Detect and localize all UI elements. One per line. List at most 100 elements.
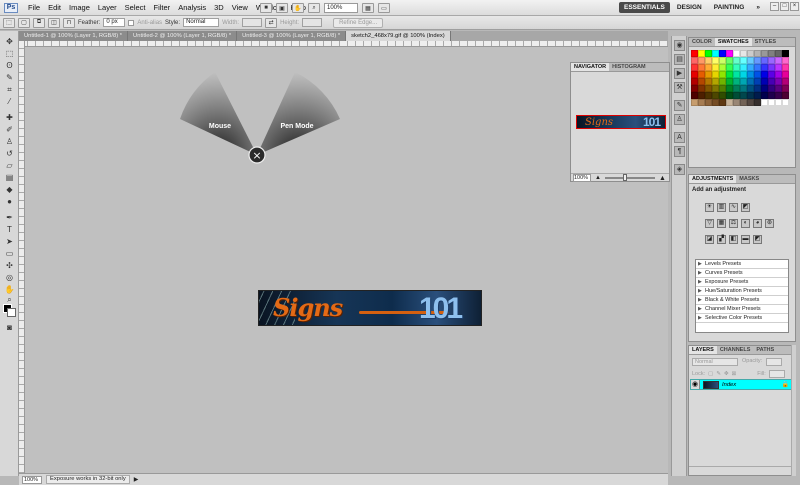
tab-channels[interactable]: CHANNELS <box>717 346 754 354</box>
doc-tab-sketch2[interactable]: sketch2_468x79.gif @ 100% (Index) <box>346 31 451 41</box>
color-swatch[interactable] <box>775 92 782 99</box>
minimize-icon[interactable]: – <box>770 2 779 11</box>
color-swatch[interactable] <box>768 99 775 106</box>
workspace-essentials[interactable]: ESSENTIALS <box>619 2 670 13</box>
color-swatch[interactable] <box>782 92 789 99</box>
quick-selection-tool-icon[interactable]: ✎ <box>4 73 15 82</box>
blur-tool-icon[interactable]: ◆ <box>4 185 15 194</box>
tab-paths[interactable]: PATHS <box>753 346 777 354</box>
color-swatch[interactable] <box>768 92 775 99</box>
fill-input[interactable] <box>768 370 785 378</box>
crop-tool-icon[interactable]: ⌗ <box>4 85 15 94</box>
color-swatch[interactable] <box>768 85 775 92</box>
color-swatch[interactable] <box>733 78 740 85</box>
color-swatch[interactable] <box>782 50 789 57</box>
background-color-swatch[interactable] <box>7 308 16 317</box>
color-swatch[interactable] <box>691 78 698 85</box>
menu-view[interactable]: View <box>228 0 252 16</box>
color-swatch[interactable] <box>691 64 698 71</box>
gesture-wedge-mouse[interactable] <box>180 72 257 155</box>
curves-icon[interactable]: ∿ <box>729 203 738 212</box>
pen-tool-icon[interactable]: ✒ <box>4 213 15 222</box>
move-tool-icon[interactable]: ✥ <box>4 37 15 46</box>
color-swatch[interactable] <box>726 78 733 85</box>
color-swatch[interactable] <box>719 57 726 64</box>
posterize-icon[interactable]: ▞ <box>717 235 726 244</box>
navigator-thumbnail[interactable]: Signs 101 <box>576 115 666 129</box>
color-swatch[interactable] <box>768 50 775 57</box>
color-swatch[interactable] <box>705 99 712 106</box>
doc-tab-untitled-1[interactable]: Untitled-1 @ 100% (Layer 1, RGB/8) * <box>19 31 129 41</box>
hue-saturation-icon[interactable]: ▦ <box>717 219 726 228</box>
hand-tool-icon[interactable]: ✋ <box>292 3 304 13</box>
style-select[interactable]: Normal <box>183 18 220 27</box>
brush-panel-icon[interactable]: ✎ <box>674 100 685 111</box>
color-swatch[interactable] <box>733 92 740 99</box>
gesture-wedge-pen[interactable] <box>257 72 340 155</box>
invert-icon[interactable]: ◪ <box>705 235 714 244</box>
preset-exposure[interactable]: Exposure Presets <box>696 278 788 287</box>
menu-3d[interactable]: 3D <box>210 0 228 16</box>
tool-presets-icon[interactable]: ⚒ <box>674 82 685 93</box>
exposure-icon[interactable]: ◩ <box>741 203 750 212</box>
color-swatch[interactable] <box>754 64 761 71</box>
color-swatch[interactable] <box>733 85 740 92</box>
color-swatch[interactable] <box>754 78 761 85</box>
navigator-zoom-field[interactable]: 100% <box>573 174 591 182</box>
tab-layers[interactable]: LAYERS <box>689 346 717 354</box>
lasso-tool-icon[interactable]: ʘ <box>4 61 15 70</box>
history-panel-icon[interactable]: ▤ <box>674 54 685 65</box>
new-selection-icon[interactable]: ▢ <box>18 17 30 28</box>
color-swatch[interactable] <box>768 57 775 64</box>
color-swatch[interactable] <box>782 57 789 64</box>
color-swatch[interactable] <box>775 78 782 85</box>
color-swatch[interactable] <box>733 71 740 78</box>
preset-black-white[interactable]: Black & White Presets <box>696 296 788 305</box>
eraser-tool-icon[interactable]: ▱ <box>4 161 15 170</box>
color-swatch[interactable] <box>712 99 719 106</box>
navigator-zoom-slider[interactable] <box>604 174 655 181</box>
color-swatch[interactable] <box>754 71 761 78</box>
lock-position-icon[interactable]: ✥ <box>724 371 729 377</box>
color-swatch[interactable] <box>782 64 789 71</box>
width-input[interactable] <box>242 18 263 27</box>
color-swatch[interactable] <box>691 99 698 106</box>
color-swatch[interactable] <box>691 92 698 99</box>
color-swatch[interactable] <box>775 64 782 71</box>
3d-rotate-tool-icon[interactable]: ✣ <box>4 261 15 270</box>
close-icon[interactable]: × <box>790 2 799 11</box>
color-swatch[interactable] <box>782 99 789 106</box>
layers-scrollbar[interactable] <box>791 345 796 476</box>
color-swatch[interactable] <box>726 99 733 106</box>
brush-tool-icon[interactable]: ✐ <box>4 125 15 134</box>
color-swatch[interactable] <box>719 85 726 92</box>
color-swatch[interactable] <box>768 64 775 71</box>
rectangular-marquee-tool-icon[interactable]: ⬚ <box>4 49 15 58</box>
color-swatch[interactable] <box>775 71 782 78</box>
color-swatch[interactable] <box>747 50 754 57</box>
tab-swatches[interactable]: SWATCHES <box>714 38 752 46</box>
color-swatch[interactable] <box>775 57 782 64</box>
swap-dimensions-icon[interactable]: ⇄ <box>265 17 278 28</box>
color-swatch[interactable] <box>712 92 719 99</box>
zoom-out-icon[interactable]: ▲ <box>595 175 601 181</box>
color-swatch[interactable] <box>754 50 761 57</box>
marquee-preset-icon[interactable]: ⬚ <box>3 17 15 28</box>
color-swatch[interactable] <box>740 99 747 106</box>
color-swatch[interactable] <box>761 92 768 99</box>
preset-curves[interactable]: Curves Presets <box>696 269 788 278</box>
color-swatch[interactable] <box>740 92 747 99</box>
levels-icon[interactable]: ▥ <box>717 203 726 212</box>
color-swatch[interactable] <box>768 71 775 78</box>
color-swatch[interactable] <box>782 85 789 92</box>
zoom-level-select[interactable]: 100% <box>324 3 358 13</box>
color-swatch[interactable] <box>747 99 754 106</box>
color-swatch[interactable] <box>698 71 705 78</box>
color-swatch[interactable] <box>747 92 754 99</box>
color-swatch[interactable] <box>705 85 712 92</box>
color-swatch[interactable] <box>698 92 705 99</box>
color-swatch[interactable] <box>761 71 768 78</box>
color-swatch[interactable] <box>761 78 768 85</box>
launch-minibridge-icon[interactable]: ▣ <box>276 3 288 13</box>
eyedropper-tool-icon[interactable]: ⁄ <box>4 97 15 106</box>
